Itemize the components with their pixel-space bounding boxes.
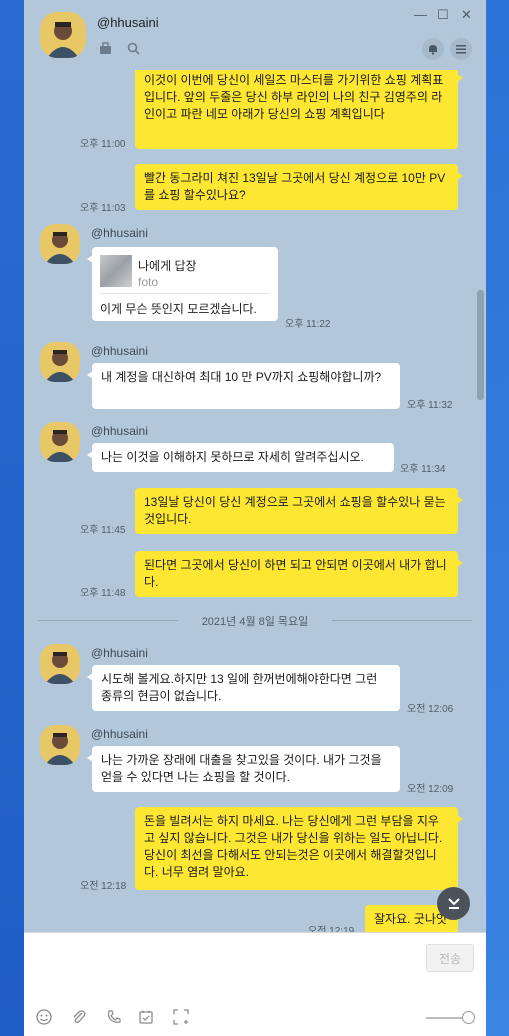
reply-title: 나에게 답장 (138, 259, 197, 273)
phone-icon[interactable] (106, 1009, 122, 1029)
their-message-bubble[interactable]: 나는 이것을 이해하지 못하므로 자세히 알려주십시오. (87, 443, 394, 472)
minimize-button[interactable]: — (414, 8, 427, 22)
sender-name: @hhusaini (91, 424, 148, 438)
sender-name: @hhusaini (91, 727, 148, 741)
scrollbar-thumb[interactable] (477, 290, 484, 400)
date-label: 2021년 4월 8일 목요일 (201, 616, 309, 628)
scrollbar-track[interactable] (477, 70, 486, 932)
sender-avatar[interactable] (40, 422, 80, 462)
capture-icon[interactable] (173, 1009, 189, 1029)
search-icon[interactable] (127, 42, 140, 58)
chevron-down-icon[interactable] (437, 887, 470, 920)
date-line-right (332, 620, 472, 621)
reply-photo-thumbnail (100, 255, 132, 287)
my-message-bubble[interactable]: 돈을 빌려서는 하지 마세요. 나는 당신에게 그런 부담을 지우고 싶지 않습… (135, 807, 463, 890)
sender-avatar[interactable] (40, 644, 80, 684)
my-message-bubble[interactable]: 된다면 그곳에서 당신이 하면 되고 안되면 이곳에서 내가 합니다. (135, 551, 463, 597)
message-time: 오전 12:09 (407, 784, 454, 795)
profile-avatar[interactable] (40, 12, 86, 58)
send-button[interactable]: 전송 (426, 944, 474, 972)
sender-name: @hhusaini (91, 226, 148, 240)
message-time: 오후 11:34 (400, 464, 446, 475)
bell-icon[interactable] (422, 38, 444, 60)
my-message-bubble[interactable]: 빨간 동그라미 쳐진 13일날 그곳에서 당신 계정으로 10만 PV를 쇼핑 … (135, 164, 463, 210)
their-message-bubble[interactable]: 나는 가까운 장래에 대출을 찾고있을 것이다. 내가 그것을 얻을 수 있다면… (87, 746, 400, 792)
sender-name: @hhusaini (91, 646, 148, 660)
chat-header: @hhusaini — ☐ ✕ (24, 0, 486, 70)
my-message-bubble[interactable]: 이것이 이번에 당신이 세일즈 마스터를 가기위한 쇼핑 계획표입니다. 앞의 … (135, 70, 463, 149)
close-button[interactable]: ✕ (461, 8, 472, 22)
message-time: 오후 11:45 (80, 525, 126, 536)
menu-icon[interactable] (450, 38, 472, 60)
sender-avatar[interactable] (40, 342, 80, 382)
chat-window: @hhusaini — ☐ ✕ 이것이 이번에 당신이 세일즈 마스터를 가기위… (24, 0, 486, 1036)
message-time: 오후 11:00 (80, 139, 126, 150)
message-time: 오후 11:03 (80, 203, 126, 214)
reply-message-bubble[interactable]: 나에게 답장 foto 이게 무슨 뜻인지 모르겠습니다. (87, 247, 278, 321)
reply-text: 이게 무슨 뜻인지 모르겠습니다. (100, 302, 257, 316)
sender-avatar[interactable] (40, 224, 80, 264)
message-time: 오후 11:48 (80, 588, 126, 599)
opacity-slider-track[interactable] (426, 1017, 466, 1019)
reply-subtitle: foto (138, 275, 159, 289)
sender-name: @hhusaini (91, 344, 148, 358)
message-input-area[interactable]: 전송 (24, 932, 486, 1036)
sender-avatar[interactable] (40, 725, 80, 765)
maximize-button[interactable]: ☐ (437, 8, 449, 22)
message-time: 오전 12:18 (80, 881, 127, 892)
opacity-slider-handle[interactable] (462, 1011, 475, 1024)
emoji-icon[interactable] (36, 1009, 52, 1029)
desktop-background-left (0, 0, 24, 1036)
date-separator: 2021년 4월 8일 목요일 (38, 610, 472, 630)
message-time: 오전 12:19 (308, 926, 355, 932)
their-message-bubble[interactable]: 시도해 볼게요.하지만 13 일에 한꺼번에해야한다면 그런 종류의 현금이 없… (87, 665, 400, 711)
paperclip-icon[interactable] (71, 1009, 87, 1029)
desktop-background-right (486, 0, 509, 1036)
message-time: 오전 12:06 (407, 704, 454, 715)
calendar-icon[interactable] (138, 1009, 154, 1029)
bag-icon[interactable] (99, 42, 112, 58)
chat-title: @hhusaini (97, 15, 159, 30)
message-list[interactable]: 이것이 이번에 당신이 세일즈 마스터를 가기위한 쇼핑 계획표입니다. 앞의 … (24, 70, 486, 932)
message-time: 오후 11:32 (407, 400, 453, 411)
my-message-bubble[interactable]: 13일날 당신이 당신 계정으로 그곳에서 쇼핑을 할수있나 묻는것입니다. (135, 488, 463, 534)
their-message-bubble[interactable]: 내 계정을 대신하여 최대 10 만 PV까지 쇼핑해야합니까? (87, 363, 400, 409)
message-time: 오후 11:22 (285, 319, 331, 330)
reply-divider (100, 293, 270, 294)
